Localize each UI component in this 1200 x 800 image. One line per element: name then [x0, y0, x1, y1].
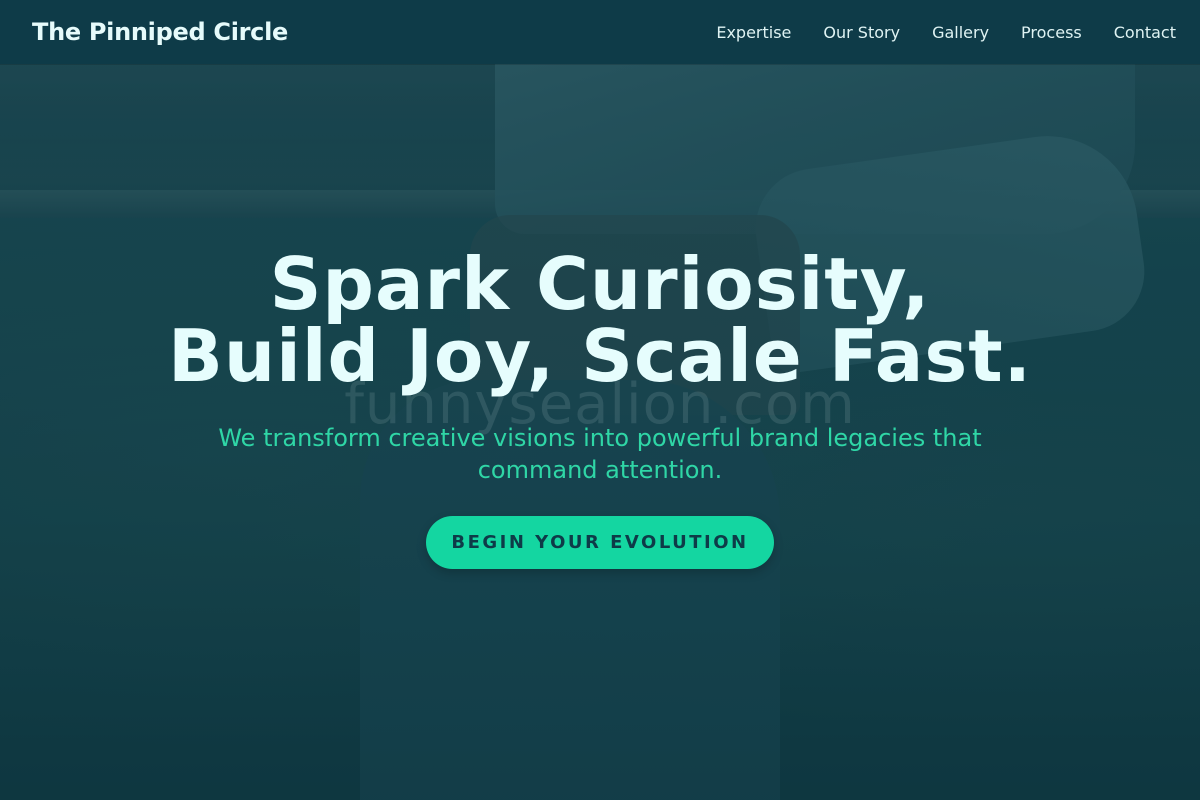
- nav-link-expertise[interactable]: Expertise: [716, 23, 791, 42]
- main-nav: Expertise Our Story Gallery Process Cont…: [716, 23, 1176, 42]
- landing-page: The Pinniped Circle Expertise Our Story …: [0, 0, 1200, 800]
- nav-item: Expertise: [716, 23, 791, 42]
- nav-link-our-story[interactable]: Our Story: [823, 23, 900, 42]
- hero-headline-line-1: Spark Curiosity,: [269, 242, 931, 326]
- nav-item: Gallery: [932, 23, 989, 42]
- nav-link-gallery[interactable]: Gallery: [932, 23, 989, 42]
- site-header: The Pinniped Circle Expertise Our Story …: [0, 0, 1200, 64]
- nav-item: Contact: [1114, 23, 1176, 42]
- hero-headline-line-2: Build Joy, Scale Fast.: [168, 314, 1032, 398]
- nav-link-contact[interactable]: Contact: [1114, 23, 1176, 42]
- nav-item: Process: [1021, 23, 1082, 42]
- hero-subheadline: We transform creative visions into power…: [218, 424, 982, 484]
- hero-section: Spark Curiosity, Build Joy, Scale Fast. …: [0, 248, 1200, 569]
- nav-link-process[interactable]: Process: [1021, 23, 1082, 42]
- brand-logo-text[interactable]: The Pinniped Circle: [32, 18, 288, 46]
- hero-headline: Spark Curiosity, Build Joy, Scale Fast.: [0, 248, 1200, 392]
- begin-evolution-button[interactable]: BEGIN YOUR EVOLUTION: [426, 516, 774, 569]
- nav-item: Our Story: [823, 23, 900, 42]
